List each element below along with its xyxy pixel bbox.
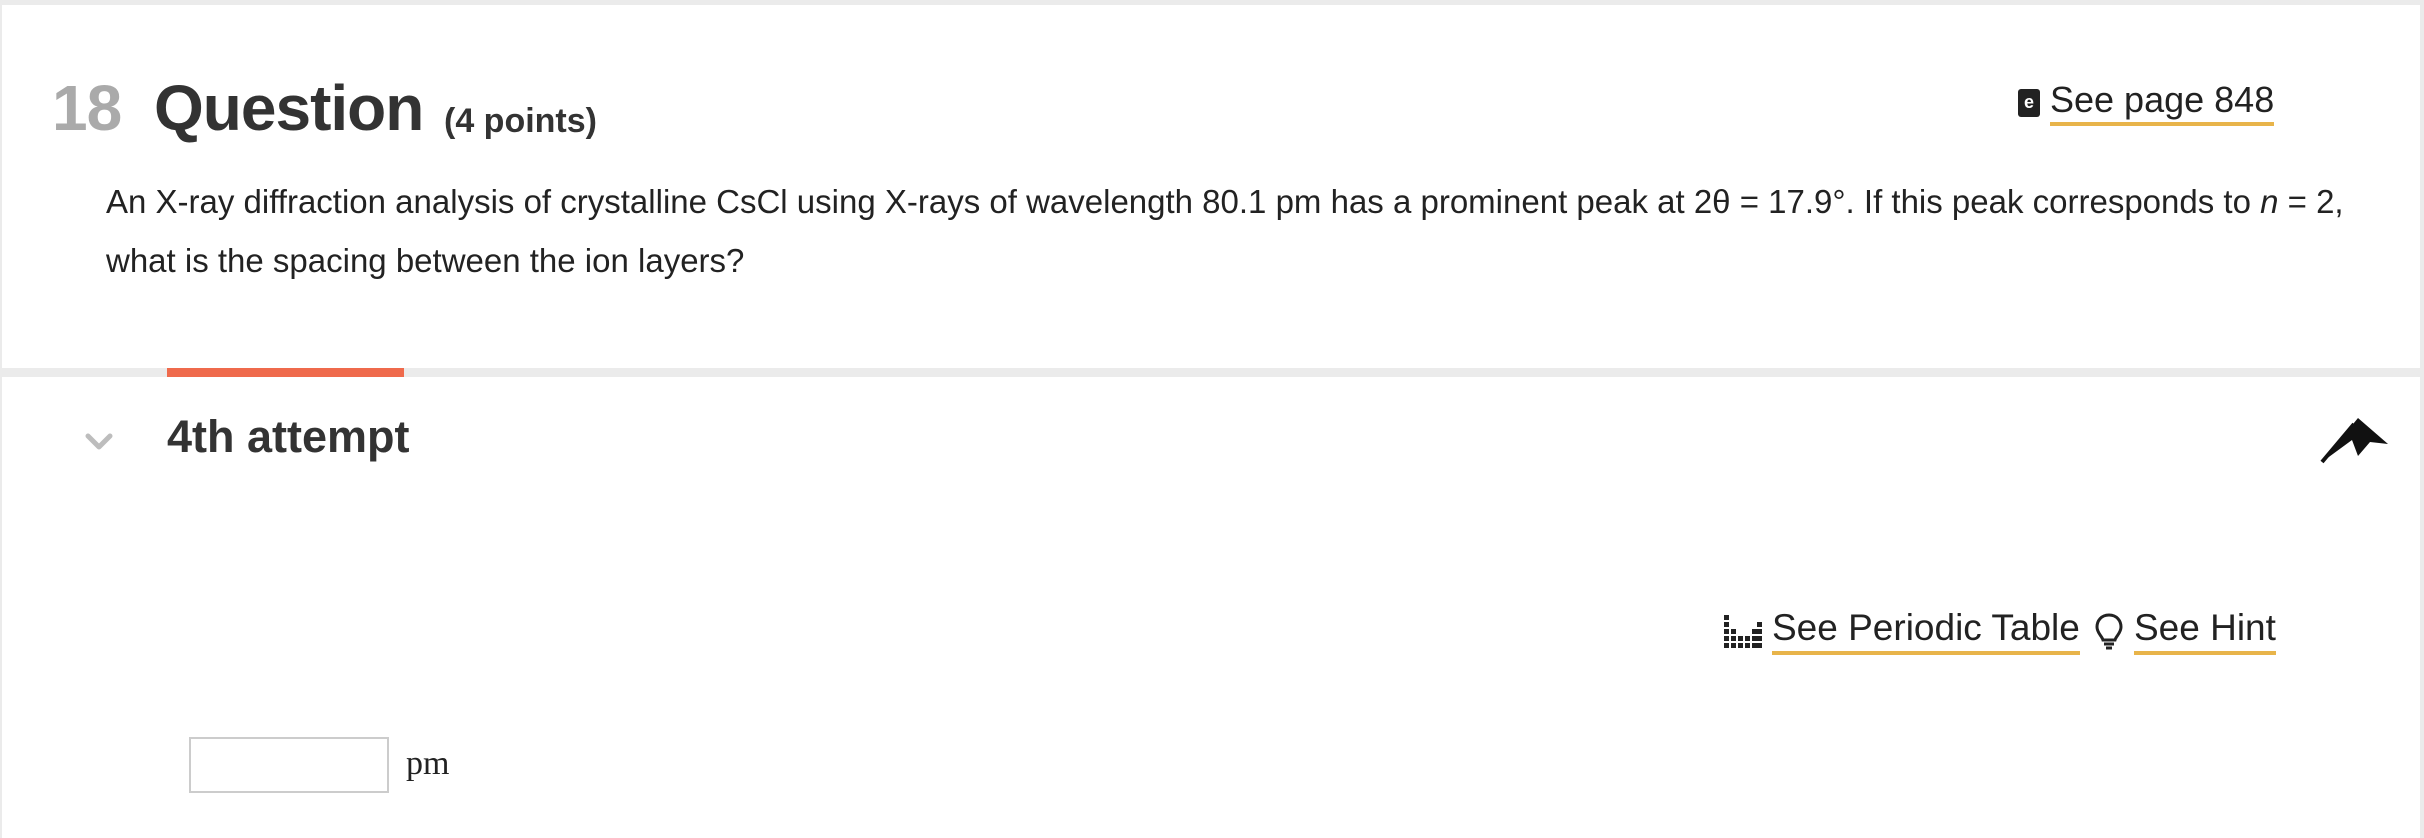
question-text-variable: n [2260,183,2279,220]
question-title: Question [154,72,424,144]
ebook-page-label: See page 848 [2050,80,2275,126]
chevron-down-icon[interactable] [82,425,116,459]
flag-icon[interactable] [2318,410,2390,466]
ebook-icon: e [2018,88,2040,117]
question-points: (4 points) [444,102,597,140]
lightbulb-icon [2095,613,2123,650]
periodic-table-icon [1724,615,1762,649]
attempt-tab-indicator [167,368,404,377]
ebook-page-link[interactable]: e See page 848 [2018,80,2275,126]
periodic-table-link[interactable]: See Periodic Table [1724,607,2080,655]
hint-label: See Hint [2134,607,2276,655]
answer-input[interactable] [189,737,389,793]
question-text-part-1: An X-ray diffraction analysis of crystal… [106,183,2261,220]
question-text: An X-ray diffraction analysis of crystal… [106,172,2346,290]
attempt-label: 4th attempt [167,411,410,462]
periodic-table-label: See Periodic Table [1772,607,2080,655]
question-number: 18 [52,72,122,144]
hint-link[interactable]: See Hint [2094,607,2276,655]
answer-unit: pm [406,745,450,782]
